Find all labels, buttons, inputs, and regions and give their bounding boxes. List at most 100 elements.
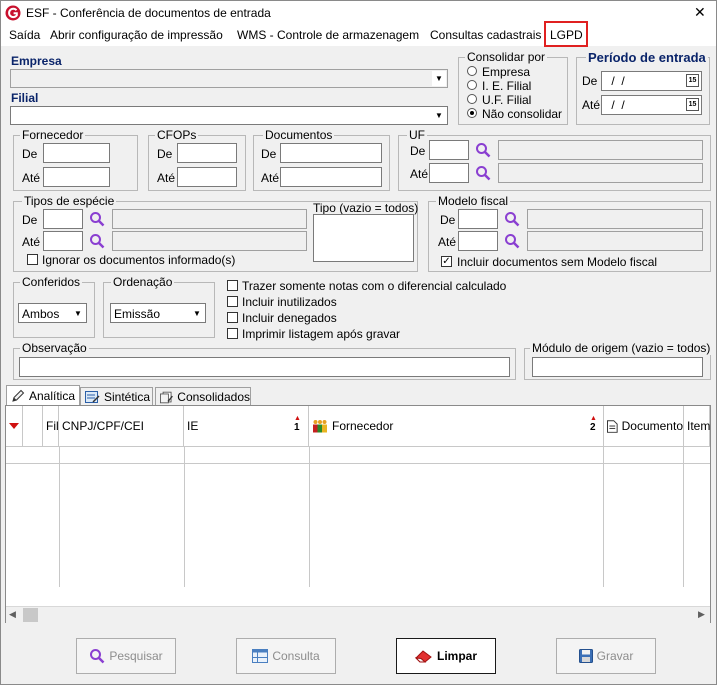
column-fil[interactable]: Fil — [43, 406, 59, 447]
filial-label: Filial — [11, 91, 39, 105]
documentos-de-input[interactable] — [280, 143, 382, 163]
periodo-ate-value: / / — [608, 98, 625, 112]
fornecedor-label: Fornecedor — [20, 128, 86, 142]
results-grid[interactable]: Fil CNPJ/CPF/CEI IE ▲ 1 Fornecedor ▲ 2 Doc… — [5, 405, 711, 623]
column-ie-label: IE — [187, 419, 199, 433]
column-fornecedor-label: Fornecedor — [332, 419, 394, 433]
modelo-fiscal-ate-input[interactable] — [458, 231, 498, 251]
search-icon[interactable] — [475, 142, 491, 158]
scroll-thumb[interactable] — [23, 608, 38, 622]
conferidos-select[interactable]: Ambos ▼ — [18, 303, 87, 323]
consulta-button-label: Consulta — [272, 649, 320, 663]
modelo-fiscal-ate-description — [527, 231, 703, 251]
limpar-button-label: Limpar — [436, 649, 477, 663]
column-ie[interactable]: IE ▲ 1 — [184, 406, 309, 447]
blank-header — [23, 406, 43, 447]
horizontal-scrollbar[interactable]: ◀ ▶ — [6, 606, 710, 623]
modelo-fiscal-de-input[interactable] — [458, 209, 498, 229]
search-icon[interactable] — [504, 233, 520, 249]
column-cnpj[interactable]: CNPJ/CPF/CEI — [59, 406, 184, 447]
periodo-ate-input[interactable]: / / 15 — [601, 95, 702, 115]
denegados-checkbox[interactable] — [227, 312, 238, 323]
tipo-list[interactable] — [313, 214, 414, 262]
search-icon — [90, 649, 105, 664]
search-icon[interactable] — [475, 165, 491, 181]
radio-empresa-label: Empresa — [482, 65, 531, 79]
radio-nao-consolidar[interactable] — [467, 108, 477, 118]
column-divider — [59, 447, 60, 587]
tab-consolidados[interactable]: Consolidados — [155, 387, 251, 406]
chevron-down-icon[interactable]: ▼ — [71, 305, 85, 321]
ordenacao-select[interactable]: Emissão ▼ — [110, 303, 206, 323]
cfops-ate-input[interactable] — [177, 167, 237, 187]
calendar-icon[interactable]: 15 — [686, 98, 699, 111]
periodo-de-input[interactable]: / / 15 — [601, 71, 702, 91]
menu-abrir-configuracao[interactable]: Abrir configuração de impressão — [50, 28, 223, 42]
documentos-ate-input[interactable] — [280, 167, 382, 187]
fornecedor-de-input[interactable] — [43, 143, 110, 163]
scroll-right-icon[interactable]: ▶ — [698, 609, 705, 620]
cfops-de-label: De — [157, 147, 173, 161]
column-divider — [309, 447, 310, 587]
menu-consultas-cadastrais[interactable]: Consultas cadastrais — [430, 28, 541, 42]
row-indicator-header — [6, 406, 23, 447]
sort-fornecedor-number: 2 — [590, 422, 596, 433]
limpar-button[interactable]: Limpar — [396, 638, 496, 674]
chevron-down-icon[interactable]: ▼ — [432, 108, 446, 123]
tab-consolidados-label: Consolidados — [177, 390, 250, 404]
close-icon[interactable]: ✕ — [694, 4, 706, 21]
ignorar-checkbox[interactable] — [27, 254, 38, 265]
uf-de-input[interactable] — [429, 140, 469, 160]
conferidos-label: Conferidos — [20, 275, 83, 289]
documentos-de-label: De — [261, 147, 277, 161]
tipos-especie-ate-input[interactable] — [43, 231, 83, 251]
uf-ate-input[interactable] — [429, 163, 469, 183]
uf-ate-description — [498, 163, 703, 183]
filial-combo[interactable]: ▼ — [10, 106, 448, 125]
trazer-checkbox[interactable] — [227, 280, 238, 291]
tab-sintetica[interactable]: Sintética — [80, 387, 153, 406]
menu-lgpd[interactable]: LGPD — [550, 28, 583, 42]
radio-empresa[interactable] — [467, 66, 477, 76]
cfops-de-input[interactable] — [177, 143, 237, 163]
incluir-sem-modelo-label: Incluir documentos sem Modelo fiscal — [457, 255, 658, 269]
calendar-icon[interactable]: 15 — [686, 74, 699, 87]
incluir-sem-modelo-checkbox[interactable]: ✓ — [441, 256, 452, 267]
search-icon[interactable] — [89, 211, 105, 227]
tab-analitica[interactable]: Analítica — [6, 385, 80, 406]
chevron-down-icon[interactable]: ▼ — [432, 71, 446, 86]
documentos-label: Documentos — [263, 128, 335, 142]
chevron-down-icon[interactable]: ▼ — [190, 305, 204, 321]
inutilizados-checkbox[interactable] — [227, 296, 238, 307]
imprimir-checkbox[interactable] — [227, 328, 238, 339]
menu-wms[interactable]: WMS - Controle de armazenagem — [237, 28, 419, 42]
tipos-especie-de-input[interactable] — [43, 209, 83, 229]
column-documento[interactable]: Documento — [604, 406, 684, 447]
observacao-input[interactable] — [19, 357, 510, 377]
modelo-fiscal-de-label: De — [440, 213, 456, 227]
empresa-combo[interactable]: ▼ — [10, 69, 448, 88]
radio-uf-filial[interactable] — [467, 94, 477, 104]
menu-saida[interactable]: Saída — [9, 28, 40, 42]
periodo-de-label: De — [582, 74, 598, 88]
modulo-origem-input[interactable] — [532, 357, 703, 377]
modelo-fiscal-label: Modelo fiscal — [436, 194, 511, 208]
gravar-button[interactable]: Gravar — [556, 638, 656, 674]
filter-row[interactable] — [6, 447, 710, 464]
menu-bar: Saída Abrir configuração de impressão WM… — [1, 21, 716, 47]
tipos-especie-ate-label: Até — [22, 235, 41, 249]
window-title: ESF - Conferência de documentos de entra… — [26, 6, 271, 20]
scroll-left-icon[interactable]: ◀ — [9, 609, 16, 620]
column-fornecedor[interactable]: Fornecedor ▲ 2 — [309, 406, 604, 447]
fornecedor-de-label: De — [22, 147, 38, 161]
consulta-button[interactable]: Consulta — [236, 638, 336, 674]
column-item[interactable]: Item — [684, 406, 710, 447]
search-icon[interactable] — [504, 211, 520, 227]
eraser-icon — [414, 650, 432, 663]
radio-ie-filial[interactable] — [467, 80, 477, 90]
pesquisar-button[interactable]: Pesquisar — [76, 638, 176, 674]
radio-uf-filial-label: U.F. Filial — [482, 93, 532, 107]
fornecedor-ate-input[interactable] — [43, 167, 110, 187]
inutilizados-label: Incluir inutilizados — [242, 295, 337, 309]
search-icon[interactable] — [89, 233, 105, 249]
